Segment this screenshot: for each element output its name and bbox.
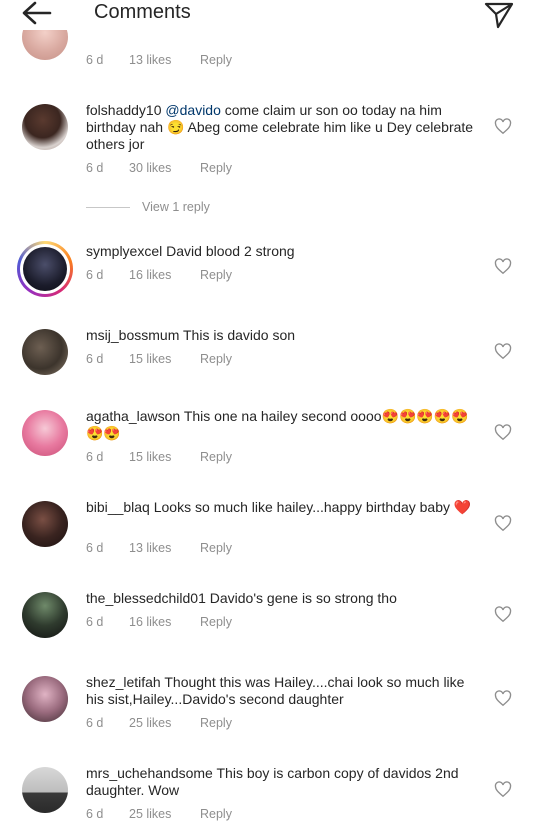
comment-text: mrs_uchehandsome This boy is carbon copy…: [86, 765, 476, 799]
comment-likes[interactable]: 15 likes: [129, 450, 200, 464]
comment-username[interactable]: folshaddy10: [86, 102, 162, 118]
heart-outline-icon[interactable]: [494, 424, 512, 441]
comment-time: 6 d: [86, 161, 104, 175]
comment-body: David blood 2 strong: [166, 243, 295, 259]
avatar[interactable]: [17, 241, 73, 297]
comment-text: agatha_lawson This one na hailey second …: [86, 408, 476, 442]
comment-time: 6 d: [86, 268, 104, 282]
avatar[interactable]: [22, 592, 68, 638]
comment-likes[interactable]: 13 likes: [129, 541, 200, 555]
comment-text: shez_letifah Thought this was Hailey....…: [86, 674, 476, 708]
reply-button[interactable]: Reply: [200, 807, 232, 821]
heart-outline-icon[interactable]: [494, 781, 512, 798]
comment-username[interactable]: bibi__blaq: [86, 499, 150, 515]
heart-outline-icon[interactable]: [494, 118, 512, 135]
comment-time: 6 d: [86, 53, 104, 67]
comment-username[interactable]: the_blessedchild01: [86, 590, 206, 606]
avatar[interactable]: [22, 329, 68, 375]
heart-outline-icon[interactable]: [494, 515, 512, 532]
comment-likes[interactable]: 15 likes: [129, 352, 200, 366]
comment-likes[interactable]: 30 likes: [129, 161, 200, 175]
view-replies-label: View 1 reply: [142, 200, 210, 214]
reply-button[interactable]: Reply: [200, 615, 232, 629]
heart-outline-icon[interactable]: [494, 258, 512, 275]
comment-meta: 6 d 15 likes Reply: [86, 352, 232, 366]
avatar[interactable]: [22, 410, 68, 456]
reply-button[interactable]: Reply: [200, 541, 232, 555]
comment-meta: 6 d 13 likes Reply: [86, 541, 232, 555]
comment-likes[interactable]: 25 likes: [129, 807, 200, 821]
avatar[interactable]: [22, 676, 68, 722]
comment-time: 6 d: [86, 352, 104, 366]
comment-meta: 6 d 25 likes Reply: [86, 807, 232, 821]
comment-likes[interactable]: 16 likes: [129, 268, 200, 282]
send-icon[interactable]: [483, 1, 515, 29]
comment-body: Looks so much like hailey...happy birthd…: [153, 499, 472, 515]
comment-username[interactable]: msij_bossmum: [86, 327, 179, 343]
arrow-left-icon[interactable]: [20, 0, 54, 28]
comment-username[interactable]: mrs_uchehandsome: [86, 765, 213, 781]
comment-body: This is davido son: [183, 327, 296, 343]
heart-outline-icon[interactable]: [494, 343, 512, 360]
comment-meta: 6 d 13 likes Reply: [86, 53, 232, 67]
heart-outline-icon[interactable]: [494, 690, 512, 707]
reply-button[interactable]: Reply: [200, 161, 232, 175]
comment-likes[interactable]: 25 likes: [129, 716, 200, 730]
comment-username[interactable]: agatha_lawson: [86, 408, 180, 424]
page-title: Comments: [94, 1, 191, 23]
divider: [86, 207, 130, 209]
comment-time: 6 d: [86, 450, 104, 464]
comment-text: the_blessedchild01 Davido's gene is so s…: [86, 590, 476, 607]
comment-meta: 6 d 16 likes Reply: [86, 268, 232, 282]
heart-outline-icon[interactable]: [494, 606, 512, 623]
comment-text: symplyexcel David blood 2 strong: [86, 243, 476, 260]
comment-likes[interactable]: 13 likes: [129, 53, 200, 67]
comment-text: msij_bossmum This is davido son: [86, 327, 476, 344]
comment-meta: 6 d 25 likes Reply: [86, 716, 232, 730]
avatar[interactable]: [22, 30, 68, 60]
comment-username[interactable]: shez_letifah: [86, 674, 161, 690]
view-replies-button[interactable]: View 1 reply: [86, 200, 210, 214]
comment-body: Davido's gene is so strong tho: [209, 590, 397, 606]
reply-button[interactable]: Reply: [200, 352, 232, 366]
avatar[interactable]: [22, 104, 68, 150]
reply-button[interactable]: Reply: [200, 716, 232, 730]
comment-username[interactable]: symplyexcel: [86, 243, 162, 259]
comment-meta: 6 d 30 likes Reply: [86, 161, 232, 175]
header: Comments: [0, 0, 540, 29]
avatar[interactable]: [22, 501, 68, 547]
comment-likes[interactable]: 16 likes: [129, 615, 200, 629]
reply-button[interactable]: Reply: [200, 53, 232, 67]
comment-time: 6 d: [86, 615, 104, 629]
reply-button[interactable]: Reply: [200, 268, 232, 282]
avatar[interactable]: [22, 767, 68, 813]
comment-meta: 6 d 16 likes Reply: [86, 615, 232, 629]
comment-text: bibi__blaq Looks so much like hailey...h…: [86, 499, 476, 516]
comment-meta: 6 d 15 likes Reply: [86, 450, 232, 464]
comment-mention[interactable]: @davido: [165, 102, 220, 118]
comment-time: 6 d: [86, 716, 104, 730]
comment-text: folshaddy10 @davido come claim ur son oo…: [86, 102, 476, 153]
reply-button[interactable]: Reply: [200, 450, 232, 464]
comment-time: 6 d: [86, 541, 104, 555]
comment-time: 6 d: [86, 807, 104, 821]
